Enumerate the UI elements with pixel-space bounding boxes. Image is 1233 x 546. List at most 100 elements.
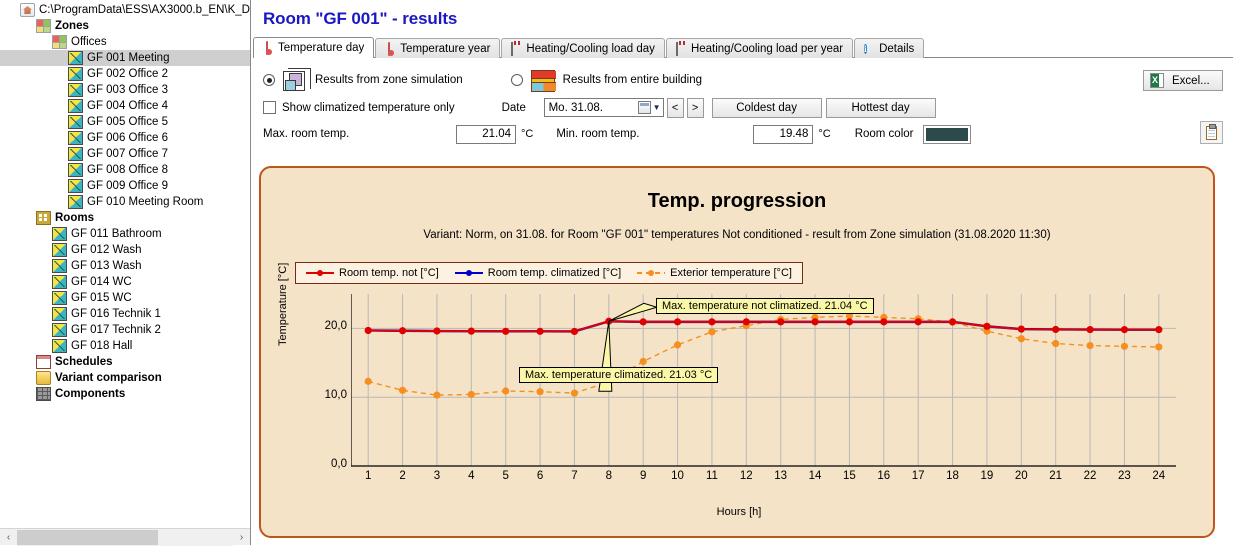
scroll-right-arrow-icon[interactable]: › bbox=[233, 529, 250, 546]
tab-bar[interactable]: Temperature day Temperature year Heating/C… bbox=[253, 37, 1233, 58]
x-tick-label: 1 bbox=[364, 470, 372, 482]
date-input[interactable]: Mo. 31.08. ▼ bbox=[543, 98, 664, 117]
radio-results-from-zone-simulation[interactable] bbox=[263, 74, 275, 86]
plot-area: Temperature [°C] 0,0 10,0 20,0 1 2 3 4 5 6 7 8 9 10… bbox=[261, 263, 1213, 536]
tree-item-schedules[interactable]: Schedules bbox=[0, 354, 250, 370]
project-tree[interactable]: C:\ProgramData\ESS\AX3000.b_EN\K_DAT Zone… bbox=[0, 0, 250, 528]
scroll-left-arrow-icon[interactable]: ‹ bbox=[0, 529, 17, 546]
label-room-color: Room color bbox=[854, 128, 914, 140]
tree-item-gf-014-wc[interactable]: GF 014 WC bbox=[0, 274, 250, 290]
tree-item-gf-016-technik-1[interactable]: GF 016 Technik 1 bbox=[0, 306, 250, 322]
tab-label: Heating/Cooling load day bbox=[526, 42, 655, 55]
chart-subtitle: Variant: Norm, on 31.08. for Room "GF 00… bbox=[423, 229, 1051, 241]
label-date: Date bbox=[501, 101, 526, 114]
x-tick-label: 18 bbox=[946, 470, 959, 482]
tree-root[interactable]: C:\ProgramData\ESS\AX3000.b_EN\K_DAT bbox=[0, 2, 250, 18]
controls-area: Results from zone simulation Results fro… bbox=[251, 58, 1233, 147]
tree-item-label: GF 014 WC bbox=[71, 276, 132, 288]
tree-item-label: GF 009 Office 9 bbox=[87, 180, 168, 192]
tree-item-rooms[interactable]: Rooms bbox=[0, 210, 250, 226]
x-tick-label: 20 bbox=[1014, 470, 1028, 482]
room-icon bbox=[68, 163, 83, 177]
tree-item-gf-012-wash[interactable]: GF 012 Wash bbox=[0, 242, 250, 258]
zone-icon bbox=[52, 35, 67, 49]
tree-item-gf-018-hall[interactable]: GF 018 Hall bbox=[0, 338, 250, 354]
tree-item-label: Rooms bbox=[55, 212, 94, 224]
tree-item-gf-011-bathroom[interactable]: GF 011 Bathroom bbox=[0, 226, 250, 242]
legend-label: Room temp. not [°C] bbox=[339, 267, 439, 279]
radio-results-from-entire-building[interactable] bbox=[510, 74, 523, 86]
tree-item-gf-004-office-4[interactable]: GF 004 Office 4 bbox=[0, 98, 250, 114]
thermometer-icon bbox=[385, 41, 396, 56]
legend-marker-icon bbox=[454, 268, 483, 278]
room-icon bbox=[52, 227, 67, 241]
tree-item-gf-001-meeting[interactable]: GF 001 Meeting bbox=[0, 50, 250, 66]
sidebar-horizontal-scrollbar[interactable]: ‹ › bbox=[0, 528, 250, 546]
tree-item-label: GF 018 Hall bbox=[71, 340, 133, 352]
next-day-button[interactable]: > bbox=[686, 97, 704, 118]
project-tree-sidebar: C:\ProgramData\ESS\AX3000.b_EN\K_DAT Zone… bbox=[0, 0, 251, 546]
load-icon bbox=[675, 41, 687, 56]
x-tick-label: 2 bbox=[399, 470, 406, 482]
tree-item-gf-005-office-5[interactable]: GF 005 Office 5 bbox=[0, 114, 250, 130]
tab-temperature-year[interactable]: Temperature year bbox=[375, 38, 501, 58]
room-icon bbox=[52, 307, 67, 321]
zone-icon bbox=[36, 19, 51, 33]
hottest-day-button[interactable]: Hottest day bbox=[825, 97, 936, 118]
tree-item-components[interactable]: Components bbox=[0, 386, 250, 402]
tree-item-gf-003-office-3[interactable]: GF 003 Office 3 bbox=[0, 82, 250, 98]
tree-item-gf-015-wc[interactable]: GF 015 WC bbox=[0, 290, 250, 306]
tree-item-offices[interactable]: Offices bbox=[0, 34, 250, 50]
max-room-temp-unit: °C bbox=[521, 128, 534, 140]
room-icon bbox=[68, 131, 83, 145]
tab-temperature-day[interactable]: Temperature day bbox=[253, 37, 375, 58]
tab-label: Temperature day bbox=[278, 42, 365, 54]
page-title: Room "GF 001" - results bbox=[263, 9, 458, 28]
room-icon bbox=[68, 179, 83, 193]
temperature-row: Max. room temp. 21.04 °C Min. room temp.… bbox=[263, 121, 1233, 147]
room-icon bbox=[52, 275, 67, 289]
tree-item-gf-006-office-6[interactable]: GF 006 Office 6 bbox=[0, 130, 250, 146]
room-icon bbox=[68, 83, 83, 97]
legend-marker-icon bbox=[306, 268, 334, 278]
tree-item-zones[interactable]: Zones bbox=[0, 18, 250, 34]
home-icon bbox=[20, 3, 35, 17]
room-icon bbox=[52, 291, 67, 305]
tree-item-gf-013-wash[interactable]: GF 013 Wash bbox=[0, 258, 250, 274]
tree-item-variant-comparison[interactable]: Variant comparison bbox=[0, 370, 250, 386]
tab-details[interactable]: i Details bbox=[854, 38, 925, 58]
tab-heating-cooling-load-day[interactable]: Heating/Cooling load day bbox=[501, 38, 665, 58]
max-room-temp-value: 21.04 bbox=[456, 124, 516, 144]
tree-item-gf-017-technik-2[interactable]: GF 017 Technik 2 bbox=[0, 322, 250, 338]
min-room-temp-value: 19.48 bbox=[753, 124, 814, 144]
label-results-from-zone-simulation: Results from zone simulation bbox=[315, 74, 463, 86]
x-tick-label: 3 bbox=[433, 470, 441, 482]
prev-day-button[interactable]: < bbox=[666, 97, 684, 118]
tree-item-gf-008-office-8[interactable]: GF 008 Office 8 bbox=[0, 162, 250, 178]
tree-item-gf-002-office-2[interactable]: GF 002 Office 2 bbox=[0, 66, 250, 82]
tree-item-gf-007-office-7[interactable]: GF 007 Office 7 bbox=[0, 146, 250, 162]
scrollbar-track[interactable] bbox=[17, 528, 233, 546]
coldest-day-button[interactable]: Coldest day bbox=[711, 97, 822, 118]
tree-item-label: GF 013 Wash bbox=[71, 260, 142, 272]
checkbox-show-climatized-only[interactable] bbox=[263, 101, 276, 114]
tree-item-label: GF 017 Technik 2 bbox=[71, 324, 161, 336]
tree-item-label: GF 006 Office 6 bbox=[87, 132, 168, 144]
tree-item-gf-010-meeting-room[interactable]: GF 010 Meeting Room bbox=[0, 194, 250, 210]
chart-title: Temp. progression bbox=[647, 190, 827, 212]
x-tick-label: 24 bbox=[1152, 470, 1166, 482]
x-tick-label: 9 bbox=[639, 470, 647, 482]
scrollbar-thumb[interactable] bbox=[17, 529, 158, 545]
x-tick-label: 13 bbox=[774, 470, 788, 482]
room-color-swatch[interactable] bbox=[922, 124, 971, 144]
tree-item-gf-009-office-9[interactable]: GF 009 Office 9 bbox=[0, 178, 250, 194]
tab-heating-cooling-load-per-year[interactable]: Heating/Cooling load per year bbox=[665, 38, 854, 58]
info-icon: i bbox=[864, 43, 867, 54]
copy-to-clipboard-button[interactable] bbox=[1200, 121, 1223, 144]
min-room-temp-unit: °C bbox=[818, 128, 831, 140]
tree-item-label: Variant comparison bbox=[55, 372, 162, 384]
x-tick-label: 4 bbox=[468, 470, 475, 482]
excel-export-button[interactable]: Excel... bbox=[1143, 70, 1223, 91]
chevron-down-icon[interactable]: ▼ bbox=[653, 103, 661, 112]
calendar-icon[interactable] bbox=[637, 101, 651, 114]
